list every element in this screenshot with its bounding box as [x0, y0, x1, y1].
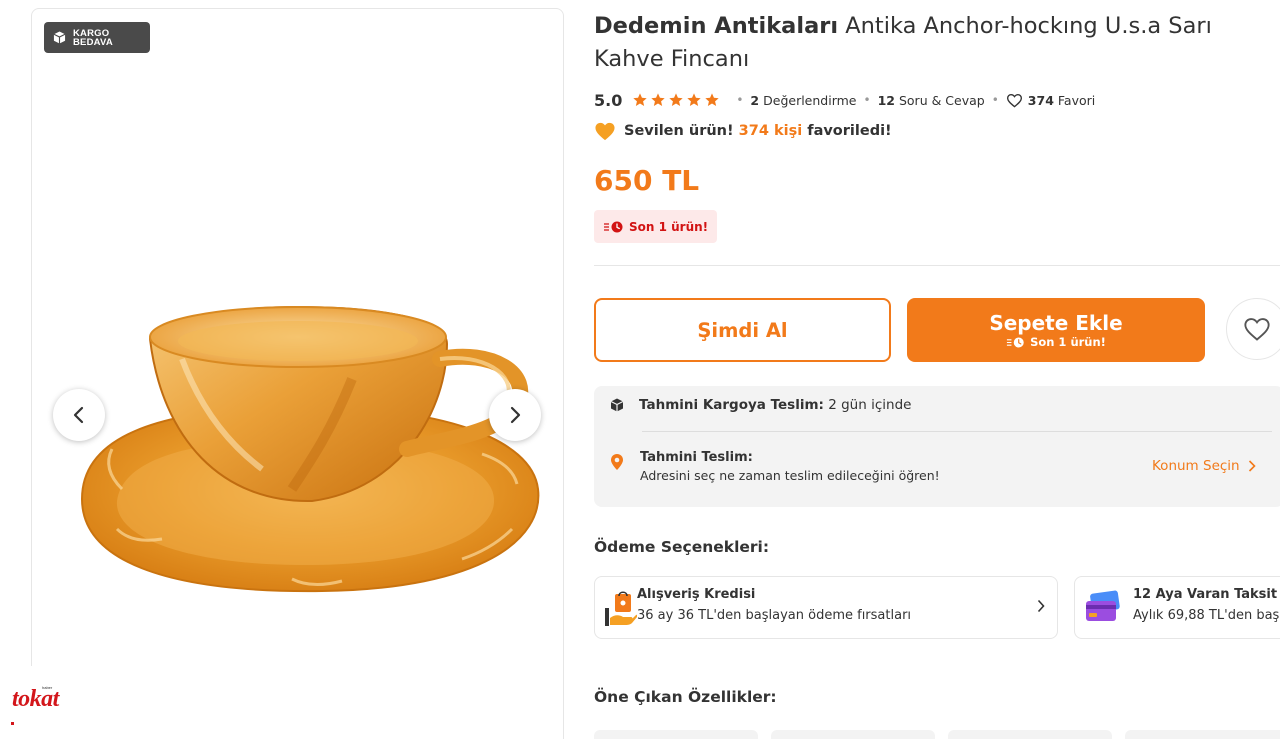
- package-icon: [53, 31, 66, 44]
- chevron-right-icon: [1248, 460, 1256, 472]
- rating-row: 5.0 • 2 Değerlendirme • 12 Soru & Cevap …: [594, 90, 1096, 110]
- stock-clock-icon: [604, 221, 623, 232]
- add-to-cart-button[interactable]: Sepete Ekle Son 1 ürün!: [907, 298, 1205, 362]
- fav-label: Favori: [1057, 92, 1096, 108]
- heart-outline-icon: [1006, 93, 1022, 108]
- shopping-bag-icon: [605, 591, 637, 626]
- product-gallery: KARGO BEDAVA: [31, 8, 564, 739]
- shopping-credit-card[interactable]: Alışveriş Kredisi 36 ay 36 TL'den başlay…: [594, 576, 1058, 639]
- stock-clock-icon: [1006, 337, 1024, 347]
- feature-chip: [1125, 730, 1280, 739]
- rating-stars[interactable]: [632, 92, 720, 108]
- loved-suffix: favoriledi!: [807, 123, 892, 139]
- reviews-count[interactable]: 2: [750, 93, 759, 108]
- badge-line-2: BEDAVA: [73, 36, 113, 48]
- payment-heading: Ödeme Seçenekleri:: [594, 538, 770, 556]
- gallery-next-button[interactable]: [489, 389, 541, 441]
- fav-count: 374: [1027, 92, 1054, 108]
- loved-count: 374 kişi: [738, 123, 803, 139]
- installment-title: 12 Aya Varan Taksit: [1133, 587, 1278, 602]
- cargo-estimate-row: Tahmini Kargoya Teslim: 2 gün içinde: [610, 397, 911, 413]
- feature-chip: [594, 730, 758, 739]
- buy-now-button[interactable]: Şimdi Al: [594, 298, 891, 362]
- product-page: KARGO BEDAVA haber tokat Dedemin Antikal…: [0, 0, 1280, 739]
- loved-product-banner: Sevilen ürün! 374 kişi favoriledi!: [594, 121, 892, 141]
- estimate-title: Tahmini Teslim:: [640, 450, 753, 465]
- select-location-label: Konum Seçin: [1152, 458, 1240, 474]
- product-title: Dedemin Antikaları Antika Anchor-hockıng…: [594, 10, 1274, 76]
- brand-link[interactable]: Dedemin Antikaları: [594, 13, 838, 39]
- cargo-value: 2 gün içinde: [828, 397, 912, 413]
- gallery-prev-button[interactable]: [53, 389, 105, 441]
- product-price: 650 TL: [594, 164, 700, 197]
- star-icon: [633, 93, 648, 106]
- watermark-logo: haber tokat: [0, 666, 75, 739]
- orange-heart-icon: [595, 122, 615, 141]
- rating-score: 5.0: [594, 90, 623, 110]
- product-image[interactable]: [62, 289, 552, 609]
- installment-subtitle: Aylık 69,88 TL'den baş: [1133, 608, 1280, 623]
- free-shipping-badge: KARGO BEDAVA: [44, 22, 150, 53]
- credit-subtitle: 36 ay 36 TL'den başlayan ödeme fırsatlar…: [637, 608, 912, 623]
- star-icon: [651, 93, 666, 106]
- location-pin-icon: [611, 454, 623, 470]
- estimate-subtitle: Adresini seç ne zaman teslim edileceğini…: [640, 468, 940, 483]
- loved-prefix: Sevilen ürün!: [624, 123, 734, 139]
- low-stock-badge: Son 1 ürün!: [594, 210, 718, 243]
- feature-chip: [771, 730, 935, 739]
- star-icon: [669, 93, 684, 106]
- delivery-info: Tahmini Kargoya Teslim: 2 gün içinde Tah…: [594, 386, 1280, 507]
- feature-chip: [948, 730, 1112, 739]
- chevron-right-icon: [1037, 599, 1045, 613]
- cargo-label: Tahmini Kargoya Teslim:: [639, 397, 824, 413]
- package-icon: [610, 398, 624, 412]
- divider: [594, 265, 1280, 266]
- delivery-estimate-row: Tahmini Teslim: Adresini seç ne zaman te…: [610, 449, 940, 485]
- chevron-right-icon: [510, 406, 521, 424]
- stock-text: Son 1 ürün!: [629, 219, 709, 234]
- add-to-cart-sub: Son 1 ürün!: [1030, 335, 1106, 349]
- qa-count[interactable]: 12: [878, 93, 895, 108]
- favorite-button[interactable]: [1226, 298, 1280, 360]
- watermark-word: tokat: [12, 686, 59, 712]
- select-location-link[interactable]: Konum Seçin: [1152, 458, 1256, 474]
- credit-title: Alışveriş Kredisi: [637, 587, 756, 602]
- features-heading: Öne Çıkan Özellikler:: [594, 688, 777, 706]
- chevron-left-icon: [73, 406, 84, 424]
- feature-chips: [594, 730, 1280, 739]
- installment-card[interactable]: 12 Aya Varan Taksit Fı Aylık 69,88 TL'de…: [1074, 576, 1280, 639]
- add-to-cart-label: Sepete Ekle: [989, 311, 1123, 335]
- credit-card-icon: [1086, 590, 1120, 621]
- qa-link[interactable]: Soru & Cevap: [899, 93, 985, 108]
- reviews-link[interactable]: Değerlendirme: [763, 93, 856, 108]
- watermark-dot: [11, 722, 14, 725]
- star-icon: [687, 93, 702, 106]
- divider: [642, 431, 1272, 432]
- heart-outline-icon: [1244, 318, 1270, 341]
- star-icon: [705, 93, 720, 106]
